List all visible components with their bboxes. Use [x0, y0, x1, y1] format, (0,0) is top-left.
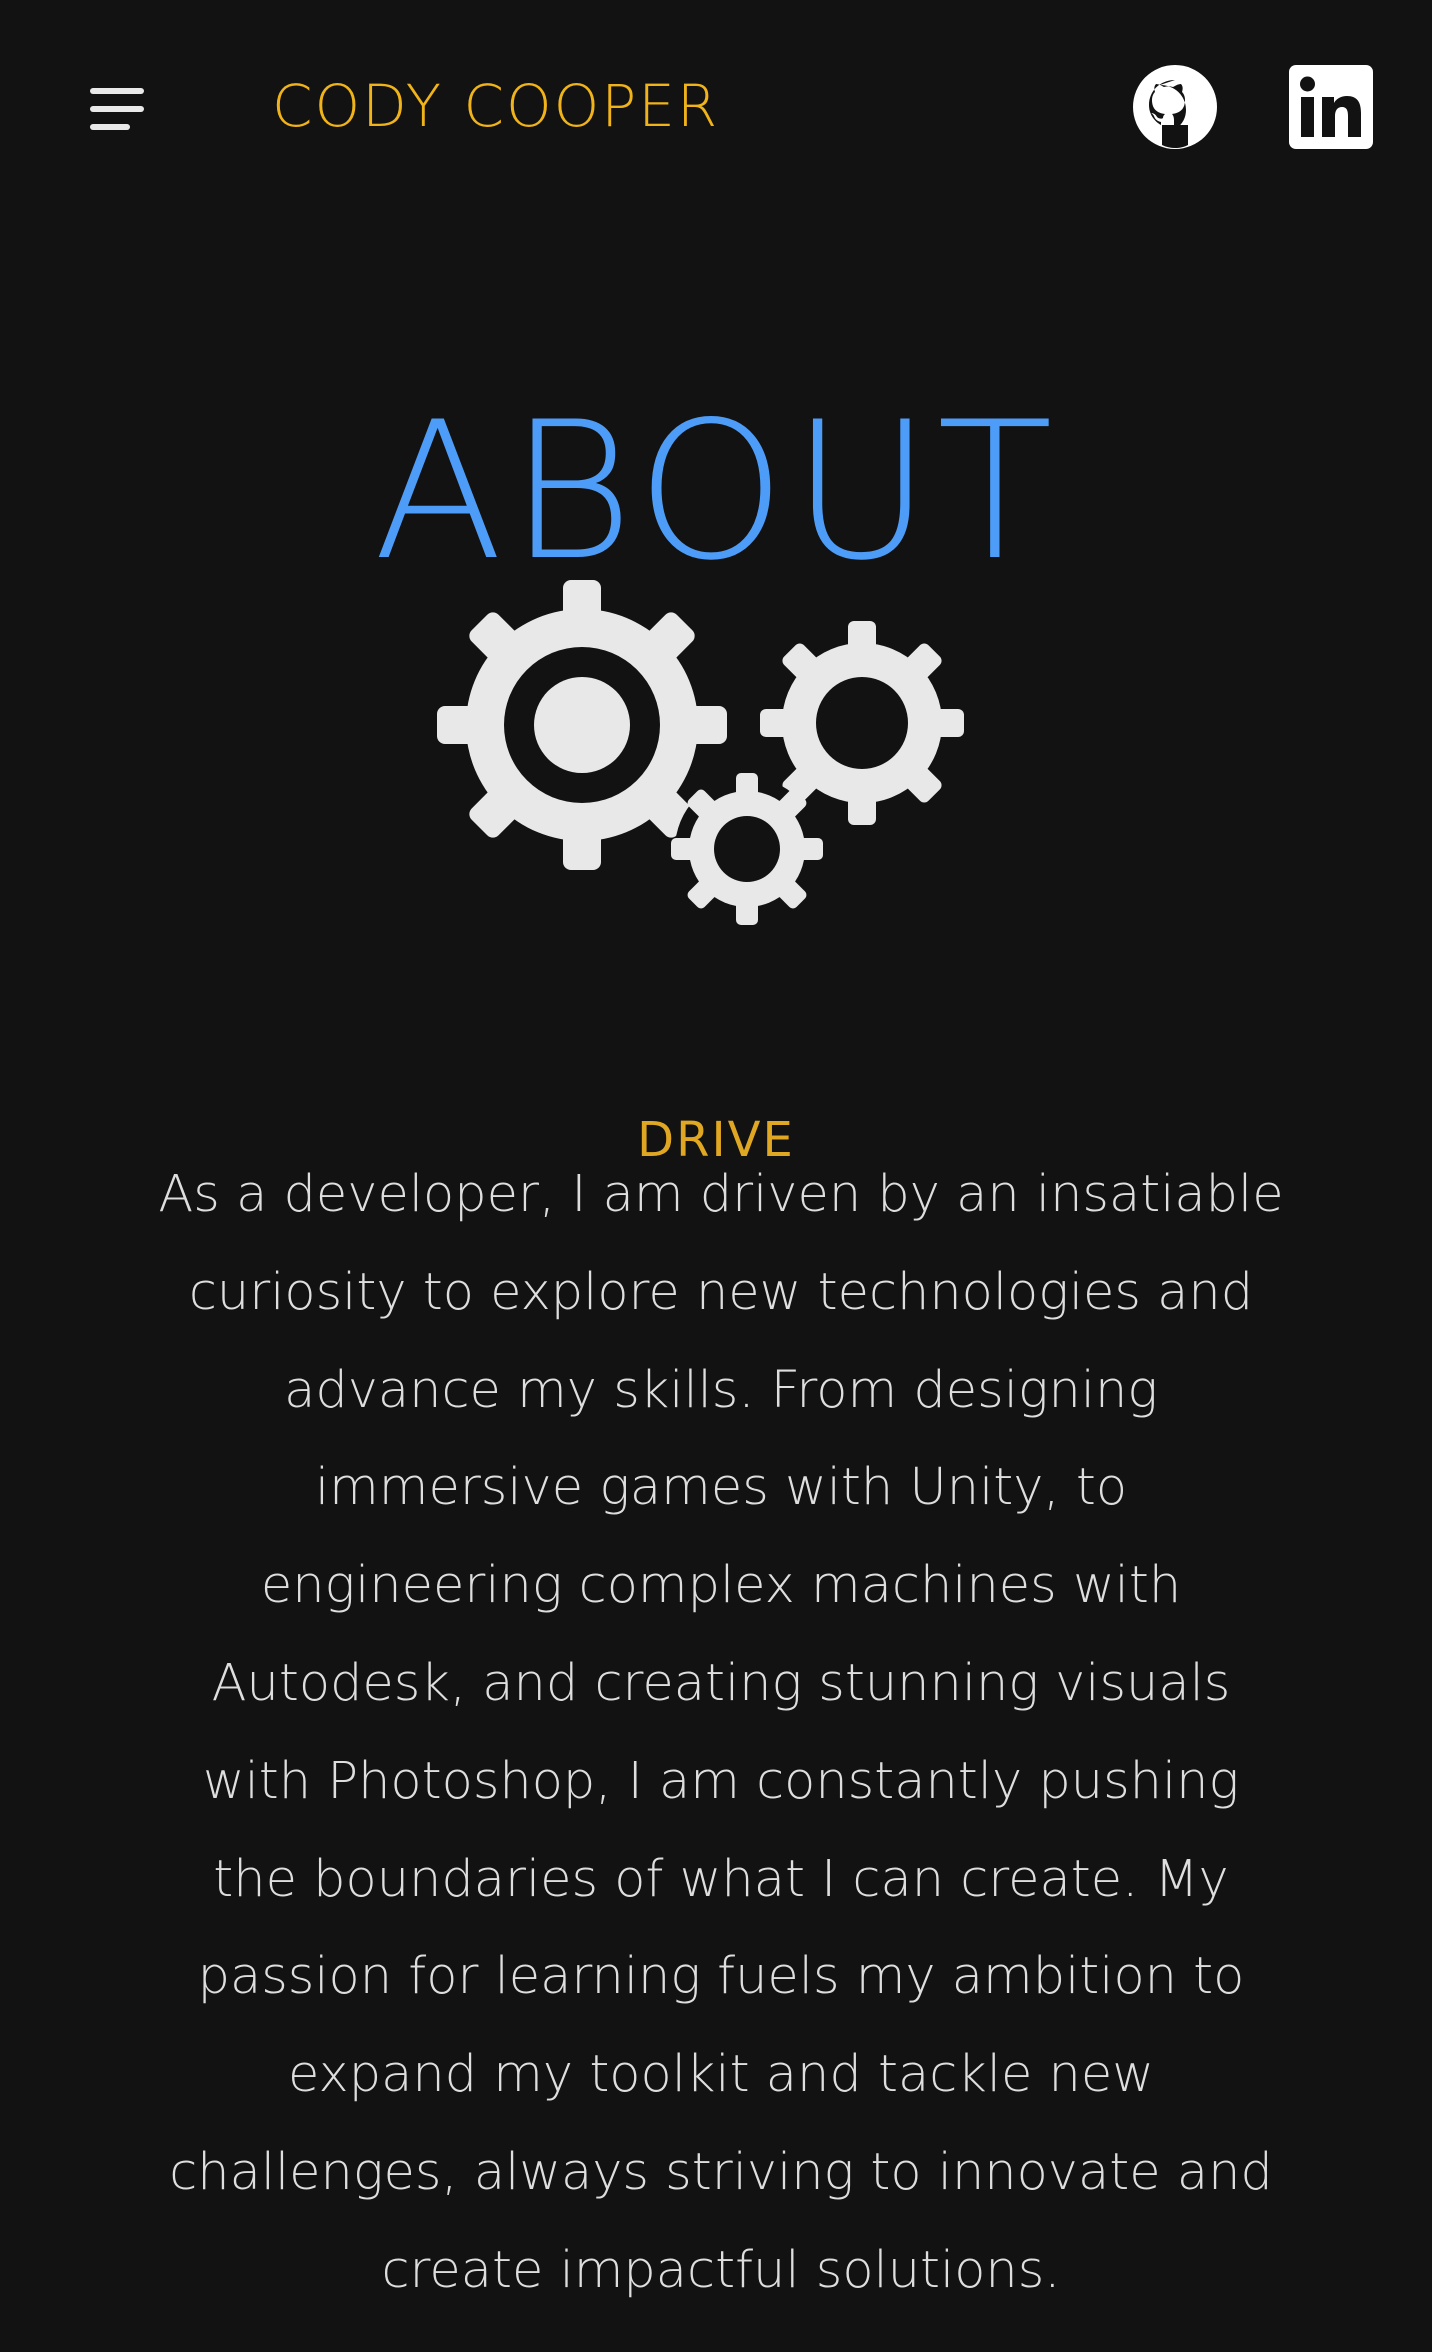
gears-icon	[437, 580, 964, 925]
linkedin-icon	[1289, 65, 1373, 149]
site-title[interactable]: CODY COOPER	[272, 70, 719, 142]
site-header: CODY COOPER	[0, 0, 1432, 210]
menu-line-middle	[90, 106, 144, 112]
github-link[interactable]	[1132, 64, 1218, 150]
small-gear-icon	[671, 773, 823, 925]
menu-button[interactable]	[90, 84, 150, 134]
menu-line-bottom	[90, 124, 130, 130]
section-body: As a developer, I am driven by an insati…	[158, 1165, 1284, 2300]
menu-line-top	[90, 88, 144, 94]
linkedin-link[interactable]	[1288, 64, 1374, 150]
github-icon	[1133, 65, 1217, 149]
